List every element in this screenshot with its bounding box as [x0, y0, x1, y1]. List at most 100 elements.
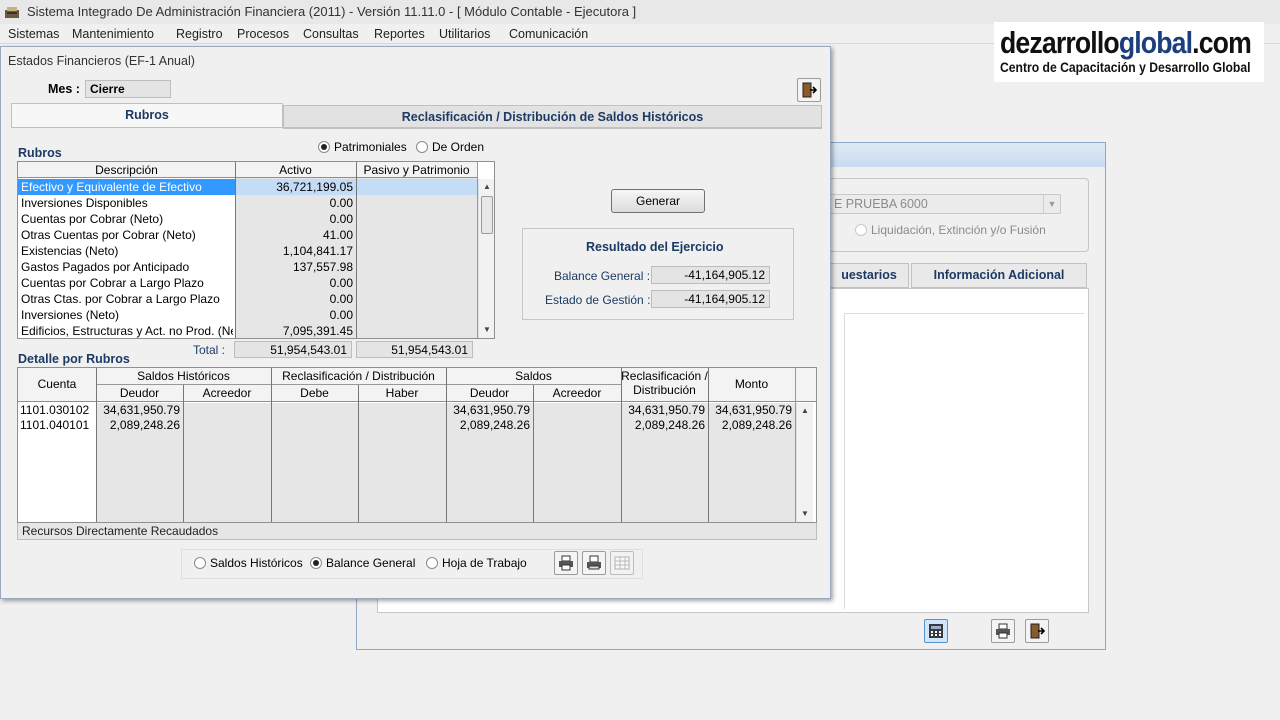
- scroll-thumb[interactable]: [481, 196, 493, 234]
- header-saldos-historicos: Saldos Históricos: [137, 369, 230, 383]
- rubro-descripcion[interactable]: Existencias (Neto): [21, 243, 233, 259]
- mes-field[interactable]: Cierre: [85, 80, 171, 98]
- menu-utilitarios[interactable]: Utilitarios: [439, 27, 490, 41]
- scroll-up-icon[interactable]: ▲: [479, 179, 494, 195]
- print-preview-button[interactable]: [582, 551, 606, 575]
- chevron-down-icon[interactable]: ▼: [1043, 195, 1060, 213]
- detalle-cell-s-deudor[interactable]: 34,631,950.79: [446, 403, 530, 418]
- detalle-cell-sh-deudor[interactable]: 34,631,950.79: [96, 403, 180, 418]
- detalle-cell-monto[interactable]: 34,631,950.79: [708, 403, 792, 418]
- rubro-activo[interactable]: 0.00: [235, 275, 353, 291]
- app-icon[interactable]: [5, 6, 19, 18]
- scroll-down-icon[interactable]: ▼: [797, 506, 813, 522]
- total-activo: 51,954,543.01: [234, 341, 352, 358]
- window-title-bar: Sistema Integrado De Administración Fina…: [0, 0, 1280, 24]
- print-preview-icon: [587, 555, 601, 570]
- resultado-title: Resultado del Ejercicio: [586, 240, 724, 254]
- rubro-activo[interactable]: 36,721,199.05: [235, 179, 353, 195]
- header-cuenta: Cuenta: [37, 377, 77, 391]
- tab-divider: [11, 127, 822, 128]
- radio-de-orden[interactable]: De Orden: [416, 140, 484, 154]
- scroll-down-icon[interactable]: ▼: [479, 322, 494, 338]
- generar-button[interactable]: Generar: [611, 189, 705, 213]
- brand-name: dezarrolloglobal.com: [1000, 25, 1252, 60]
- header-sh-acreedor: Acreedor: [202, 386, 252, 400]
- menu-procesos[interactable]: Procesos: [237, 27, 289, 41]
- rubro-descripcion[interactable]: Cuentas por Cobrar a Largo Plazo: [21, 275, 233, 291]
- detalle-scrollbar[interactable]: ▲ ▼: [796, 403, 813, 522]
- rubro-descripcion[interactable]: Otras Ctas. por Cobrar a Largo Plazo: [21, 291, 233, 307]
- detalle-cell-monto[interactable]: 2,089,248.26: [708, 418, 792, 433]
- menu-sistemas[interactable]: Sistemas: [8, 27, 59, 41]
- radio-balance-general[interactable]: Balance General: [310, 556, 415, 570]
- rubro-descripcion[interactable]: Otras Cuentas por Cobrar (Neto): [21, 227, 233, 243]
- printer-icon: [559, 555, 573, 571]
- radio-saldos-historicos[interactable]: Saldos Históricos: [194, 556, 303, 570]
- detalle-cell-cuenta[interactable]: 1101.030102: [20, 403, 94, 418]
- rubro-activo[interactable]: 137,557.98: [235, 259, 353, 275]
- balance-general-value: -41,164,905.12: [651, 266, 770, 284]
- menu-registro[interactable]: Registro: [176, 27, 223, 41]
- rubro-activo[interactable]: 41.00: [235, 227, 353, 243]
- rubro-activo[interactable]: 7,095,391.45: [235, 323, 353, 338]
- print-button[interactable]: [991, 619, 1015, 643]
- header-haber: Haber: [385, 386, 419, 400]
- rubro-descripcion[interactable]: Edificios, Estructuras y Act. no Prod. (…: [21, 323, 233, 338]
- menu-mantenimiento[interactable]: Mantenimiento: [72, 27, 154, 41]
- detalle-table[interactable]: Cuenta Saldos Históricos Reclasificación…: [17, 367, 817, 523]
- rubro-activo[interactable]: 1,104,841.17: [235, 243, 353, 259]
- header-pasivo-patrimonio: Pasivo y Patrimonio: [363, 163, 470, 177]
- grid-view-button[interactable]: [610, 551, 634, 575]
- tab-informacion-adicional[interactable]: Información Adicional: [911, 263, 1087, 288]
- tab-presupuestarios[interactable]: uestarios: [829, 263, 909, 288]
- print-button[interactable]: [554, 551, 578, 575]
- exit-icon: [802, 82, 817, 98]
- rubro-activo[interactable]: 0.00: [235, 211, 353, 227]
- exit-icon: [1030, 623, 1045, 639]
- rubro-descripcion[interactable]: Efectivo y Equivalente de Efectivo: [21, 179, 233, 195]
- header-descripcion: Descripción: [95, 163, 158, 177]
- header-s-acreedor: Acreedor: [552, 386, 602, 400]
- menu-consultas[interactable]: Consultas: [303, 27, 359, 41]
- tab-reclasificacion[interactable]: Reclasificación / Distribución de Saldos…: [283, 105, 822, 129]
- rubro-activo[interactable]: 0.00: [235, 195, 353, 211]
- background-inner-panel: [844, 313, 1084, 609]
- detalle-cell-sh-deudor[interactable]: 2,089,248.26: [96, 418, 180, 433]
- header-debe: Debe: [300, 386, 329, 400]
- calculator-button[interactable]: [924, 619, 948, 643]
- rubros-scrollbar[interactable]: ▲ ▼: [478, 179, 494, 338]
- menu-comunicacion[interactable]: Comunicación: [509, 27, 588, 41]
- tab-rubros[interactable]: Rubros: [11, 103, 283, 127]
- detalle-cell-cuenta[interactable]: 1101.040101: [20, 418, 94, 433]
- rubro-descripcion[interactable]: Inversiones (Neto): [21, 307, 233, 323]
- detalle-section-label: Detalle por Rubros: [18, 352, 130, 366]
- exit-button[interactable]: [1025, 619, 1049, 643]
- close-dialog-button[interactable]: [797, 78, 821, 102]
- calculator-icon: [929, 624, 943, 638]
- header-monto: Monto: [734, 377, 769, 391]
- total-pasivo: 51,954,543.01: [356, 341, 473, 358]
- estados-financieros-dialog[interactable]: Estados Financieros (EF-1 Anual) Mes : C…: [0, 46, 831, 599]
- detalle-cell-reclas[interactable]: 2,089,248.26: [621, 418, 705, 433]
- header-activo: Activo: [279, 163, 312, 177]
- radio-liquidacion[interactable]: Liquidación, Extinción y/o Fusión: [855, 223, 1046, 237]
- rubros-section-label: Rubros: [18, 146, 62, 160]
- rubro-activo[interactable]: 0.00: [235, 291, 353, 307]
- rubro-activo[interactable]: 0.00: [235, 307, 353, 323]
- estado-gestion-value: -41,164,905.12: [651, 290, 770, 308]
- header-reclasificacion-distribucion: Reclasificación / Distribución: [282, 369, 435, 383]
- menu-reportes[interactable]: Reportes: [374, 27, 425, 41]
- background-options-panel: [829, 178, 1089, 252]
- entity-combo[interactable]: E PRUEBA 6000: [829, 194, 1061, 214]
- rubro-descripcion[interactable]: Gastos Pagados por Anticipado: [21, 259, 233, 275]
- scroll-up-icon[interactable]: ▲: [797, 403, 813, 419]
- detalle-cell-s-deudor[interactable]: 2,089,248.26: [446, 418, 530, 433]
- rubro-descripcion[interactable]: Inversiones Disponibles: [21, 195, 233, 211]
- radio-patrimoniales[interactable]: Patrimoniales: [318, 140, 407, 154]
- estado-gestion-label: Estado de Gestión :: [545, 293, 651, 307]
- rubros-table[interactable]: Descripción Activo Pasivo y Patrimonio E…: [17, 161, 495, 339]
- radio-hoja-de-trabajo[interactable]: Hoja de Trabajo: [426, 556, 527, 570]
- grid-icon: [614, 556, 630, 570]
- detalle-cell-reclas[interactable]: 34,631,950.79: [621, 403, 705, 418]
- rubro-descripcion[interactable]: Cuentas por Cobrar (Neto): [21, 211, 233, 227]
